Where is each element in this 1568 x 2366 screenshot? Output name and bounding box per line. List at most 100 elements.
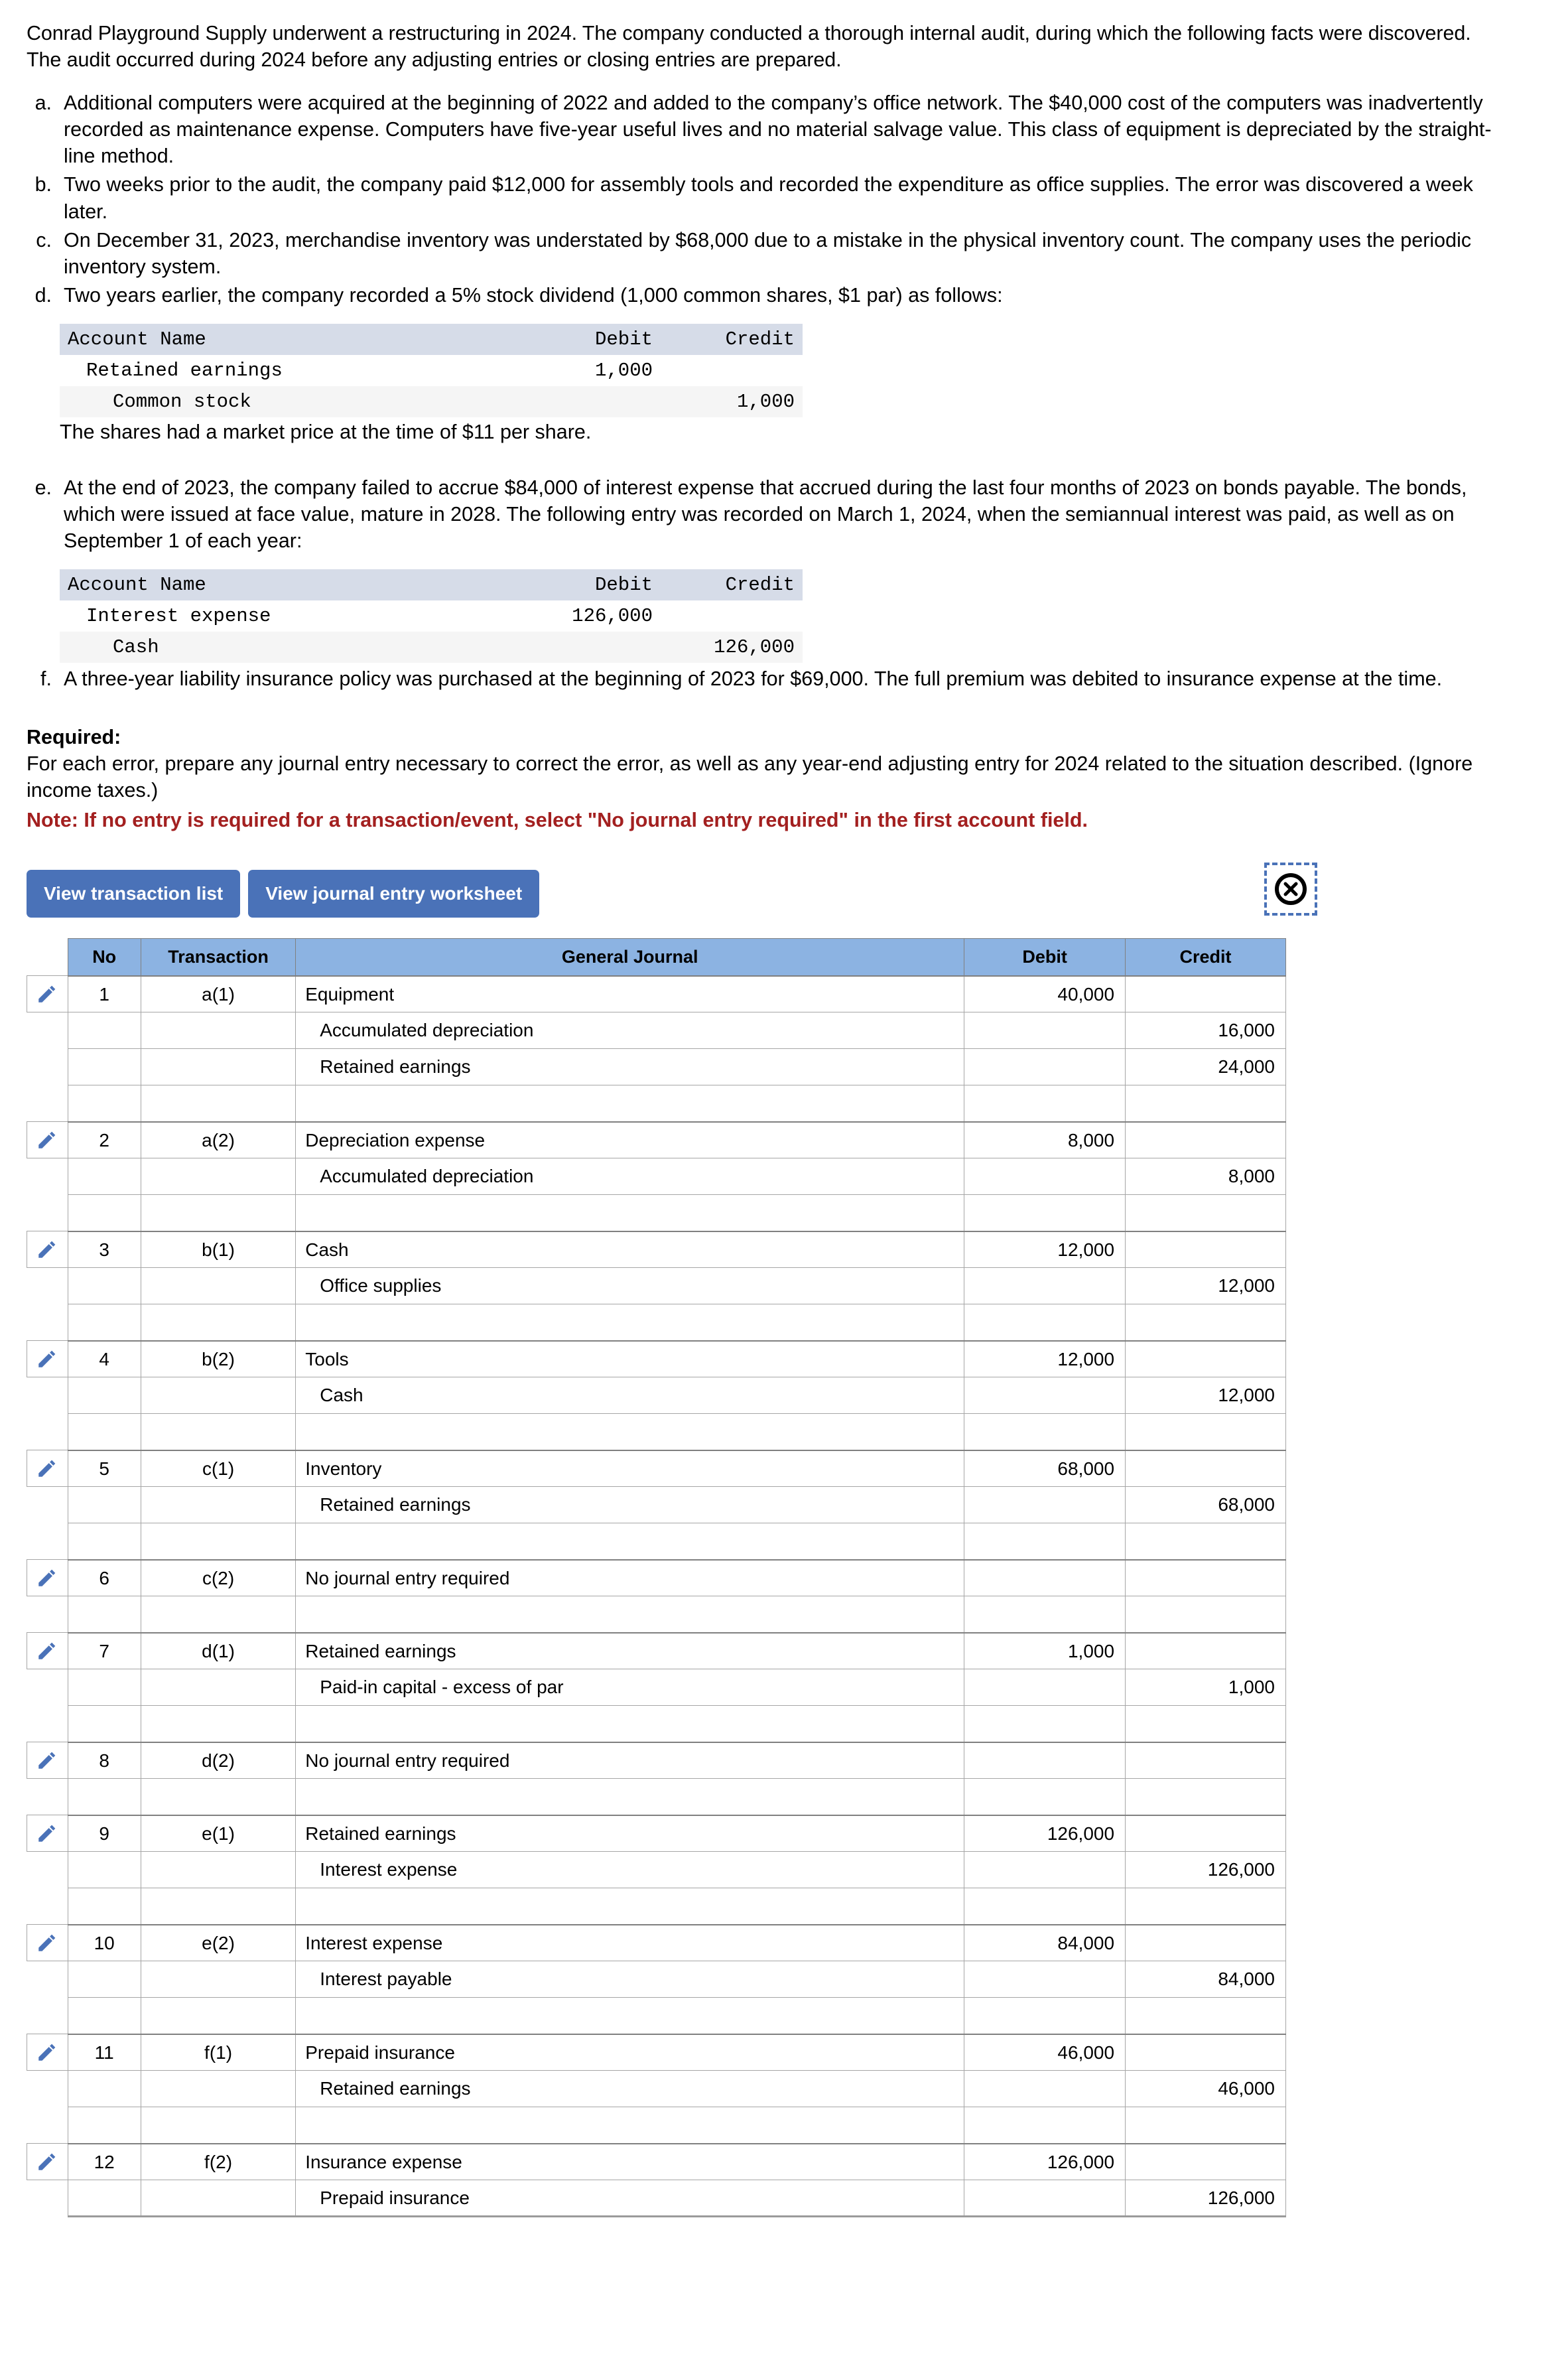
cell-account[interactable] — [295, 2107, 965, 2144]
pencil-icon[interactable] — [27, 1931, 68, 1954]
cell-credit[interactable]: 12,000 — [1125, 1377, 1286, 1415]
edit-entry-button[interactable] — [27, 975, 68, 1013]
cell-debit[interactable] — [964, 1741, 1126, 1779]
cell-debit[interactable] — [964, 1888, 1126, 1925]
cell-debit[interactable] — [964, 1158, 1126, 1196]
cell-credit[interactable] — [1125, 1230, 1286, 1269]
cell-account[interactable]: Equipment — [295, 975, 965, 1013]
cell-credit[interactable] — [1125, 1523, 1286, 1561]
cell-credit[interactable]: 16,000 — [1125, 1012, 1286, 1050]
cell-account[interactable] — [295, 1085, 965, 1123]
cell-credit[interactable] — [1125, 1121, 1286, 1159]
cell-debit[interactable] — [964, 1413, 1126, 1451]
cell-debit[interactable]: 40,000 — [964, 975, 1126, 1013]
edit-entry-button[interactable] — [27, 1121, 68, 1159]
cell-credit[interactable]: 84,000 — [1125, 1961, 1286, 1998]
cell-debit[interactable]: 126,000 — [964, 2142, 1126, 2181]
cell-credit[interactable] — [1125, 1340, 1286, 1378]
cell-credit[interactable] — [1125, 1923, 1286, 1962]
cell-credit[interactable] — [1125, 1304, 1286, 1342]
cell-account[interactable]: Interest payable — [295, 1961, 965, 1998]
cell-account[interactable] — [295, 1523, 965, 1561]
cell-account[interactable]: Retained earnings — [295, 1814, 965, 1852]
cell-account[interactable] — [295, 1596, 965, 1634]
cell-credit[interactable]: 1,000 — [1125, 1669, 1286, 1706]
cell-debit[interactable] — [964, 2070, 1126, 2108]
cell-credit[interactable]: 126,000 — [1125, 1851, 1286, 1889]
edit-entry-button[interactable] — [27, 1924, 68, 1962]
cell-credit[interactable] — [1125, 2033, 1286, 2071]
cell-account[interactable]: Office supplies — [295, 1267, 965, 1305]
cell-debit[interactable]: 8,000 — [964, 1121, 1126, 1159]
cell-debit[interactable] — [964, 1012, 1126, 1050]
cell-account[interactable] — [295, 1997, 965, 2035]
cell-account[interactable]: Interest expense — [295, 1923, 965, 1962]
cell-debit[interactable] — [964, 1377, 1126, 1415]
cell-debit[interactable] — [964, 1523, 1126, 1561]
cell-credit[interactable] — [1125, 1741, 1286, 1779]
cell-credit[interactable] — [1125, 1705, 1286, 1743]
edit-entry-button[interactable] — [27, 1340, 68, 1378]
cell-debit[interactable]: 12,000 — [964, 1340, 1126, 1378]
cell-account[interactable]: Retained earnings — [295, 1632, 965, 1670]
cell-debit[interactable]: 1,000 — [964, 1632, 1126, 1670]
cell-account[interactable]: Inventory — [295, 1449, 965, 1488]
cell-debit[interactable]: 84,000 — [964, 1923, 1126, 1962]
edit-entry-button[interactable] — [27, 1742, 68, 1779]
cell-credit[interactable] — [1125, 1194, 1286, 1232]
cell-account[interactable]: Insurance expense — [295, 2142, 965, 2181]
cell-debit[interactable] — [964, 1705, 1126, 1743]
pencil-icon[interactable] — [27, 2041, 68, 2063]
cell-debit[interactable] — [964, 1085, 1126, 1123]
pencil-icon[interactable] — [27, 1566, 68, 1589]
cell-account[interactable]: Retained earnings — [295, 2070, 965, 2108]
circle-x-icon[interactable] — [1274, 872, 1308, 906]
cell-credit[interactable] — [1125, 2142, 1286, 2181]
cell-account[interactable] — [295, 1778, 965, 1816]
edit-entry-button[interactable] — [27, 1815, 68, 1852]
cell-debit[interactable] — [964, 1596, 1126, 1634]
pencil-icon[interactable] — [27, 1822, 68, 1844]
cell-debit[interactable]: 126,000 — [964, 1814, 1126, 1852]
view-transaction-list-button[interactable]: View transaction list — [27, 869, 241, 918]
cell-account[interactable]: Accumulated depreciation — [295, 1158, 965, 1196]
cell-account[interactable]: Prepaid insurance — [295, 2033, 965, 2071]
pencil-icon[interactable] — [27, 1238, 68, 1261]
cell-credit[interactable] — [1125, 1413, 1286, 1451]
cell-debit[interactable] — [964, 2107, 1126, 2144]
cell-account[interactable]: Paid-in capital - excess of par — [295, 1669, 965, 1706]
cell-account[interactable]: No journal entry required — [295, 1741, 965, 1779]
cell-debit[interactable]: 12,000 — [964, 1230, 1126, 1269]
cell-credit[interactable]: 46,000 — [1125, 2070, 1286, 2108]
cell-credit[interactable]: 12,000 — [1125, 1267, 1286, 1305]
cell-account[interactable]: Retained earnings — [295, 1048, 965, 1086]
cell-account[interactable] — [295, 1888, 965, 1925]
cell-credit[interactable] — [1125, 975, 1286, 1013]
edit-entry-button[interactable] — [27, 1632, 68, 1670]
cell-account[interactable] — [295, 1304, 965, 1342]
cell-credit[interactable] — [1125, 1559, 1286, 1597]
edit-entry-button[interactable] — [27, 1559, 68, 1597]
cell-account[interactable] — [295, 1413, 965, 1451]
cell-credit[interactable] — [1125, 1632, 1286, 1670]
edit-entry-button[interactable] — [27, 1231, 68, 1269]
cell-credit[interactable] — [1125, 1888, 1286, 1925]
cell-debit[interactable] — [964, 1669, 1126, 1706]
cell-account[interactable]: Interest expense — [295, 1851, 965, 1889]
cell-credit[interactable] — [1125, 1997, 1286, 2035]
cell-credit[interactable]: 8,000 — [1125, 1158, 1286, 1196]
cell-credit[interactable]: 126,000 — [1125, 2180, 1286, 2218]
cell-account[interactable]: Retained earnings — [295, 1486, 965, 1524]
pencil-icon[interactable] — [27, 1348, 68, 1370]
cell-account[interactable]: Cash — [295, 1377, 965, 1415]
cell-credit[interactable]: 68,000 — [1125, 1486, 1286, 1524]
cell-account[interactable] — [295, 1705, 965, 1743]
pencil-icon[interactable] — [27, 1129, 68, 1151]
edit-entry-button[interactable] — [27, 1450, 68, 1488]
cell-account[interactable]: Depreciation expense — [295, 1121, 965, 1159]
cell-debit[interactable] — [964, 1997, 1126, 2035]
cell-credit[interactable]: 24,000 — [1125, 1048, 1286, 1086]
cell-credit[interactable] — [1125, 1596, 1286, 1634]
pencil-icon[interactable] — [27, 1749, 68, 1772]
cell-debit[interactable] — [964, 1048, 1126, 1086]
